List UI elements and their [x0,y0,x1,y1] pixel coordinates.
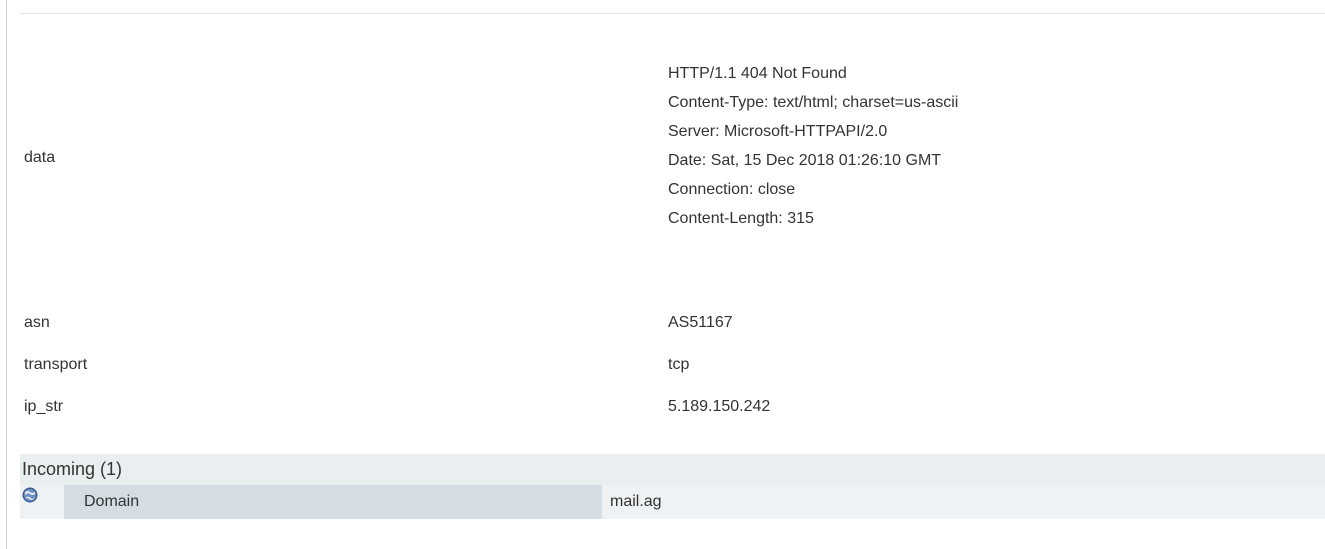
property-row-asn: asn AS51167 [20,302,1325,344]
property-value: 5.189.150.242 [668,398,771,415]
entity-detail-page: data HTTP/1.1 404 Not Found Content-Type… [0,0,1325,549]
property-key: ip_str [24,398,64,415]
property-value: AS51167 [668,314,733,331]
incoming-list-item[interactable]: Domain mail.ag [20,485,1325,519]
property-key: asn [24,314,50,331]
property-row-data: data HTTP/1.1 404 Not Found Content-Type… [20,14,1325,302]
entity-type-label: Domain [64,485,602,519]
data-line: Date: Sat, 15 Dec 2018 01:26:10 GMT [668,152,942,169]
http-response-lines: HTTP/1.1 404 Not Found Content-Type: tex… [668,59,1325,233]
data-line: Connection: close [668,181,796,198]
data-line: Server: Microsoft-HTTPAPI/2.0 [668,123,888,140]
property-key: data [24,149,56,166]
left-border [6,0,7,549]
property-row-ip-str: ip_str 5.189.150.242 [20,386,1325,428]
properties-table: data HTTP/1.1 404 Not Found Content-Type… [20,14,1325,428]
property-value: tcp [668,356,690,373]
data-line: Content-Length: 315 [668,210,814,227]
entity-value-link[interactable]: mail.ag [610,485,662,519]
data-line: HTTP/1.1 404 Not Found [668,65,847,82]
property-row-transport: transport tcp [20,344,1325,386]
globe-icon [22,487,38,503]
property-key: transport [24,356,88,373]
property-value: HTTP/1.1 404 Not Found Content-Type: tex… [668,14,1325,302]
incoming-section-header[interactable]: Incoming (1) [20,454,1325,485]
data-line: Content-Type: text/html; charset=us-asci… [668,94,959,111]
